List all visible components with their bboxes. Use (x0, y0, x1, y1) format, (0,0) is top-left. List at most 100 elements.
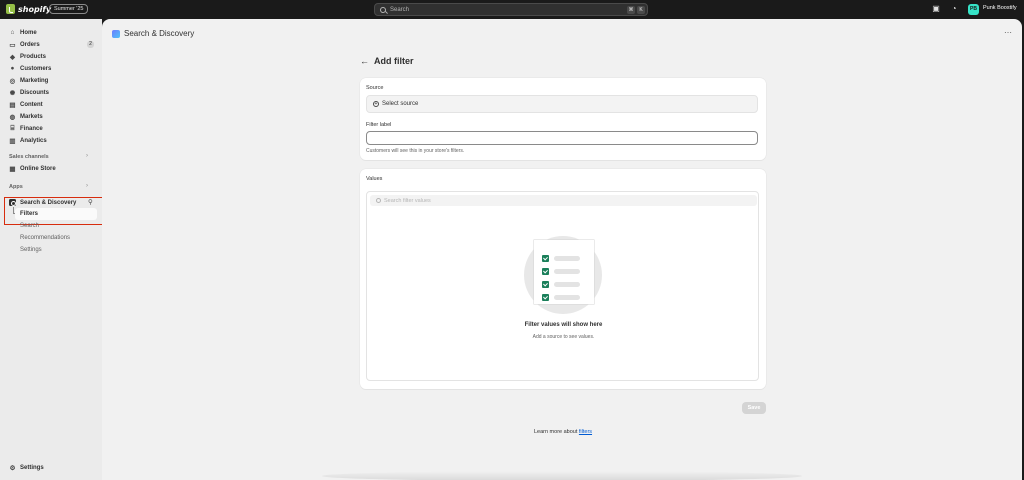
checklist-row (542, 294, 580, 301)
sidebar-subitem-filters-label[interactable]: Filters (20, 211, 38, 217)
select-source-label: Select source (382, 101, 419, 107)
sales-channels-heading[interactable]: Sales channels (9, 154, 49, 160)
nav-products[interactable]: ◆ Products (4, 51, 98, 62)
brand-name: shopify (18, 4, 52, 14)
filters-link[interactable]: filters (579, 429, 592, 435)
nav-label: Content (20, 101, 43, 108)
nav-online-store[interactable]: ▦ Online Store (4, 163, 98, 174)
nav-label: Finance (20, 125, 43, 132)
nav-label: Home (20, 29, 37, 36)
nav-home[interactable]: ⌂ Home (4, 27, 98, 38)
page-header: ← Add filter (360, 56, 414, 66)
empty-state-title: Filter values will show here (524, 322, 603, 328)
global-search[interactable]: Search ⌘ K (374, 3, 648, 16)
values-search-placeholder: Search filter values (384, 197, 431, 204)
placeholder-bar (554, 295, 580, 300)
placeholder-bar (554, 256, 580, 261)
search-icon (376, 198, 381, 203)
search-discovery-app-icon (112, 29, 120, 38)
nav-label: Products (20, 53, 47, 60)
app-title: Search & Discovery (124, 29, 195, 38)
page-title: Add filter (374, 56, 414, 66)
inbox-icon[interactable]: ▣ (932, 5, 940, 13)
top-bar: shopify Summer '25 Search ⌘ K ▣ ◔ PB Pun… (0, 0, 1024, 19)
sidebar-subitem-settings[interactable]: Settings (20, 247, 42, 253)
gear-icon: ⚙ (9, 464, 16, 472)
empty-state-subtitle: Add a source to see values. (532, 334, 595, 340)
nav-marketing[interactable]: ◎ Marketing (4, 75, 98, 86)
checklist-row (542, 255, 580, 262)
person-icon: ● (10, 65, 15, 72)
chevron-right-icon[interactable]: › (86, 153, 88, 159)
nav-discounts[interactable]: ✺ Discounts (4, 87, 98, 98)
main-content: Search & Discovery ⋯ ← Add filter Source… (102, 19, 1022, 480)
sidebar-subitem-recommendations[interactable]: Recommendations (20, 235, 70, 241)
nav-settings[interactable]: ⚙ Settings (4, 462, 98, 473)
storefront-icon: ▦ (9, 165, 16, 173)
source-label: Source (366, 85, 384, 91)
values-panel: Search filter values Filter values will … (366, 191, 759, 381)
more-options-icon[interactable]: ⋯ (1004, 28, 1012, 37)
nav-label: Settings (20, 464, 44, 471)
shopify-bag-icon (6, 4, 15, 14)
checklist-row (542, 268, 580, 275)
nav-label: Discounts (20, 89, 50, 96)
save-button[interactable]: Save (742, 402, 766, 414)
nav-orders[interactable]: ▭ Orders 2 (4, 39, 98, 50)
nav-analytics[interactable]: ▥ Analytics (4, 135, 98, 146)
nav-label: Customers (20, 65, 52, 72)
sidebar: ⌂ Home ▭ Orders 2 ◆ Products ● Customers ◎ Ma… (0, 19, 102, 480)
filter-label-help: Customers will see this in your store's … (366, 148, 465, 154)
home-icon: ⌂ (10, 29, 15, 36)
apps-heading[interactable]: Apps (9, 184, 23, 190)
bottom-shadow (322, 471, 802, 480)
store-avatar[interactable]: PB (968, 4, 979, 15)
filter-settings-card: Source + Select source Filter label Cust… (360, 78, 766, 160)
store-name[interactable]: Punk Boostify (983, 5, 1017, 11)
checkbox-checked-icon (542, 255, 549, 262)
nav-label: Orders (20, 41, 40, 48)
checkbox-checked-icon (542, 281, 549, 288)
checkbox-checked-icon (542, 268, 549, 275)
plus-circle-icon: + (373, 101, 379, 107)
nav-label: Online Store (20, 165, 56, 172)
bell-icon[interactable]: ◔ (950, 5, 958, 13)
search-placeholder: Search (390, 6, 410, 13)
values-label: Values (366, 176, 383, 182)
select-source-button[interactable]: + Select source (366, 95, 758, 113)
discount-icon: ✺ (9, 89, 16, 97)
content-icon: ▤ (9, 101, 16, 109)
k-key: K (637, 6, 645, 14)
tag-icon: ◆ (10, 53, 15, 61)
checkbox-checked-icon (542, 294, 549, 301)
learn-more-text: Learn more about filters (360, 429, 766, 435)
learn-more-prefix: Learn more about (533, 429, 579, 435)
nav-finance[interactable]: ⌸ Finance (4, 123, 98, 134)
bank-icon: ⌸ (10, 124, 15, 132)
chart-icon: ▥ (9, 137, 16, 145)
shopify-logo[interactable]: shopify (6, 4, 51, 14)
nav-markets[interactable]: ◍ Markets (4, 111, 98, 122)
orders-icon: ▭ (9, 41, 16, 49)
placeholder-bar (554, 282, 580, 287)
filter-label-label: Filter label (366, 122, 392, 128)
target-icon: ◎ (9, 77, 16, 85)
sidebar-subitem-search[interactable]: Search (20, 223, 39, 229)
nav-label: Marketing (20, 77, 49, 84)
nav-content[interactable]: ▤ Content (4, 99, 98, 110)
checklist-row (542, 281, 580, 288)
nav-label: Markets (20, 113, 43, 120)
nav-label: Analytics (20, 137, 47, 144)
chevron-right-icon[interactable]: › (86, 183, 88, 189)
placeholder-bar (554, 269, 580, 274)
checklist-illustration (534, 240, 594, 304)
values-card: Values Search filter values Filter value… (360, 169, 766, 389)
values-search-input[interactable]: Search filter values (370, 195, 757, 206)
globe-icon: ◍ (9, 113, 16, 121)
edition-badge[interactable]: Summer '25 (49, 4, 89, 14)
filter-label-input[interactable] (366, 131, 758, 145)
back-arrow-icon[interactable]: ← (360, 56, 369, 66)
nav-customers[interactable]: ● Customers (4, 63, 98, 74)
app-header: Search & Discovery (112, 29, 194, 38)
orders-count-badge: 2 (87, 41, 94, 48)
